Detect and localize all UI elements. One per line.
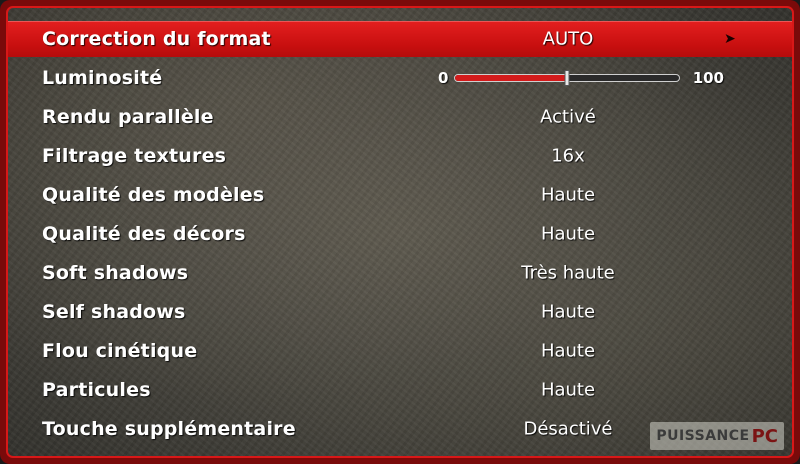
menu-row-qualite-decors[interactable]: Qualité des décors Haute bbox=[8, 216, 792, 252]
menu-row-flou-cinetique[interactable]: Flou cinétique Haute bbox=[8, 333, 792, 369]
menu-row-label: Qualité des modèles bbox=[42, 184, 265, 206]
watermark-accent: PC bbox=[751, 425, 778, 447]
slider-fill bbox=[455, 75, 567, 81]
menu-row-value: Haute bbox=[540, 184, 596, 206]
menu-row-value: AUTO bbox=[542, 28, 594, 50]
slider-min-label: 0 bbox=[438, 69, 449, 87]
menu-row-value: 16x bbox=[551, 145, 585, 167]
menu-row-label: Flou cinétique bbox=[42, 340, 198, 362]
menu-row-label: Self shadows bbox=[42, 301, 186, 323]
menu-row-particules[interactable]: Particules Haute bbox=[8, 372, 792, 408]
menu-row-value: Désactivé bbox=[523, 418, 613, 440]
menu-row-rendu-parallele[interactable]: Rendu parallèle Activé bbox=[8, 99, 792, 135]
brightness-slider[interactable]: 0 100 bbox=[438, 68, 724, 88]
menu-row-label: Filtrage textures bbox=[42, 145, 227, 167]
menu-row-label: Qualité des décors bbox=[42, 223, 246, 245]
menu-row-label: Correction du format bbox=[42, 28, 271, 50]
slider-max-label: 100 bbox=[692, 69, 724, 87]
slider-thumb[interactable] bbox=[564, 70, 570, 86]
menu-row-luminosite[interactable]: Luminosité 0 100 bbox=[8, 60, 792, 96]
menu-row-correction-format[interactable]: Correction du format AUTO ➤ bbox=[8, 21, 792, 57]
menu-row-label: Soft shadows bbox=[42, 262, 189, 284]
menu-row-value: Activé bbox=[540, 106, 596, 128]
settings-panel: Correction du format AUTO ➤ Luminosité 0… bbox=[6, 6, 794, 458]
menu-row-qualite-modeles[interactable]: Qualité des modèles Haute bbox=[8, 177, 792, 213]
menu-row-value: Haute bbox=[540, 379, 596, 401]
menu-row-label: Luminosité bbox=[42, 67, 163, 89]
menu-row-label: Rendu parallèle bbox=[42, 106, 214, 128]
menu-row-value: Haute bbox=[540, 301, 596, 323]
chevron-right-icon[interactable]: ➤ bbox=[724, 31, 736, 47]
settings-window-frame: Correction du format AUTO ➤ Luminosité 0… bbox=[0, 0, 800, 464]
menu-row-label: Particules bbox=[42, 379, 151, 401]
menu-row-value: Haute bbox=[540, 340, 596, 362]
menu-row-value: Haute bbox=[540, 223, 596, 245]
watermark-text: PUISSANCE bbox=[656, 428, 750, 444]
menu-row-filtrage-textures[interactable]: Filtrage textures 16x bbox=[8, 138, 792, 174]
menu-row-label: Touche supplémentaire bbox=[42, 418, 296, 440]
menu-row-value: Très haute bbox=[521, 262, 615, 284]
menu-row-self-shadows[interactable]: Self shadows Haute bbox=[8, 294, 792, 330]
puissance-pc-watermark: PUISSANCE PC bbox=[650, 422, 784, 450]
menu-row-soft-shadows[interactable]: Soft shadows Très haute bbox=[8, 255, 792, 291]
